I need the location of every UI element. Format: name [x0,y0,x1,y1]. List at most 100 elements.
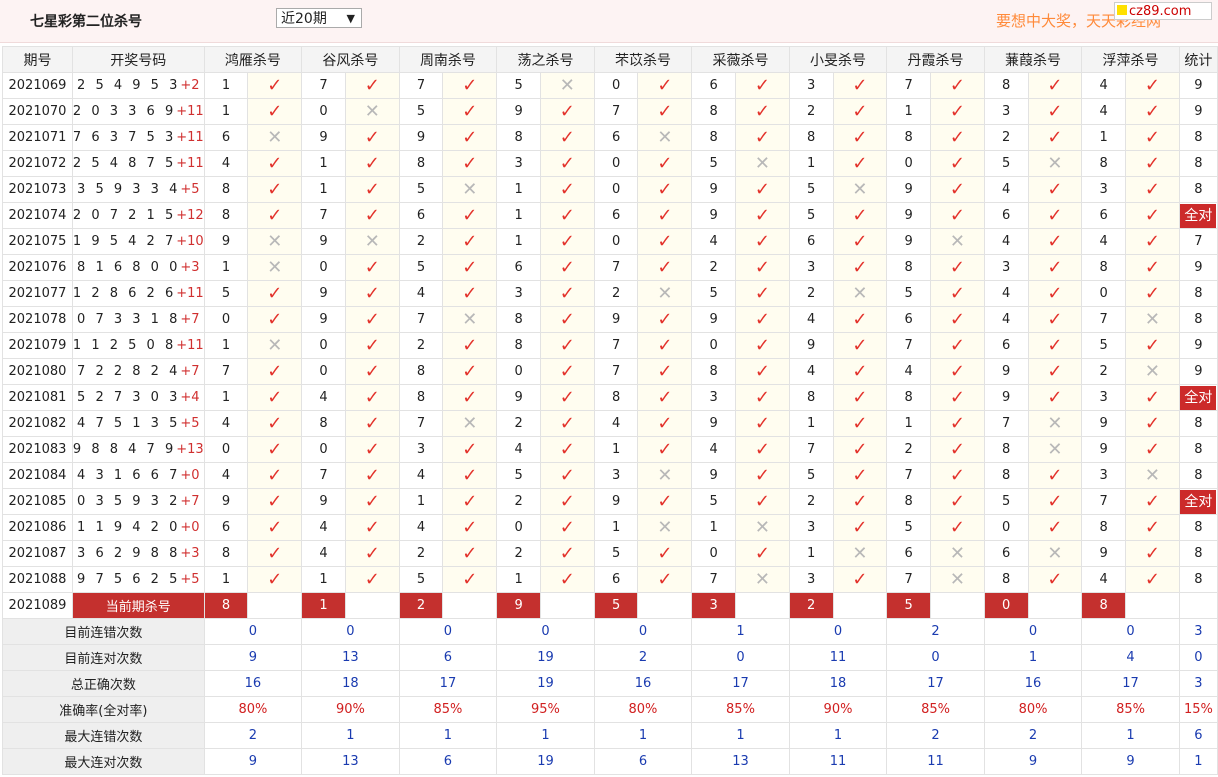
draw-cell: 4 7 5 1 3 5+5 [71,410,205,437]
table-row: 2021080 7 2 2 8 2 4+7 7 ✓ 0 ✓ 8 ✓ 0 ✓ 7 ✓ 8 ✓ 4 ✓ 4 ✓ 9 ✓ 2 ✕… [2,358,1218,385]
kill-number-cell: 9 [301,228,346,255]
logo-square-icon [1117,5,1127,15]
summary-value: 17 [398,670,498,697]
check-icon: ✓ [462,230,478,252]
check-icon: ✓ [949,100,965,122]
kill-number-cell: 9 [593,488,639,515]
result-cell: ✓ [637,384,693,411]
check-icon: ✓ [559,438,575,460]
stat-cell: 9 [1178,254,1218,281]
check-icon: ✓ [657,438,673,460]
kill-number-cell: 6 [398,202,444,229]
result-cell: ✓ [344,150,400,177]
result-cell: ✓ [1125,150,1180,177]
cross-icon: ✕ [852,282,868,304]
check-icon: ✓ [754,334,770,356]
kill-number-cell: 9 [301,306,346,333]
table-row: 2021070 2 0 3 3 6 9+11 1 ✓ 0 ✕ 5 ✓ 9 ✓ 7 ✓ 8 ✓ 2 ✓ 1 ✓ 3 ✓ 4… [2,98,1218,125]
col-header-expert: 浮萍杀号 [1081,46,1180,73]
check-icon: ✓ [364,490,380,512]
result-cell: ✓ [442,436,498,463]
summary-value: 0 [496,618,595,645]
draw-numbers: 2 5 4 9 5 3 [77,78,181,93]
check-icon: ✓ [462,516,478,538]
summary-value: 1 [1081,722,1180,749]
result-cell: ✓ [930,254,985,281]
kill-number-cell: 7 [886,566,932,593]
kill-number-cell: 0 [1081,280,1127,307]
check-icon: ✓ [364,516,380,538]
kill-number-cell: 1 [496,566,541,593]
draw-cell: 3 5 9 3 3 4+5 [71,176,205,203]
result-cell: ✓ [247,514,303,541]
check-icon: ✓ [364,74,380,96]
kill-number-cell: 5 [788,462,834,489]
summary-value: 0 [1081,618,1180,645]
check-icon: ✓ [559,334,575,356]
result-cell: ✕ [442,306,498,333]
issue-cell: 2021071 [2,124,73,151]
kill-number-cell: 8 [691,358,736,385]
kill-number-cell: 8 [301,410,346,437]
summary-value: 19 [496,748,595,775]
result-cell: ✕ [930,228,985,255]
kill-number-cell: 5 [203,280,249,307]
result-cell: ✓ [1125,98,1180,125]
result-cell: ✓ [1125,384,1180,411]
result-cell: ✕ [344,228,400,255]
summary-label: 最大连错次数 [2,722,205,749]
table-header-row: 期号 开奖号码 鸿雁杀号 谷风杀号 周南杀号 荡之杀号 芣苡杀号 采薇杀号 小旻… [2,46,1218,73]
check-icon: ✓ [852,256,868,278]
check-icon: ✓ [267,74,283,96]
period-select-value: 近20期 [281,11,327,27]
kill-number-cell: 8 [788,124,834,151]
kill-number-cell: 8 [886,384,932,411]
kill-number-cell: 8 [1081,254,1127,281]
kill-number-cell: 6 [788,228,834,255]
kill-number-cell: 1 [203,384,249,411]
check-icon: ✓ [754,256,770,278]
result-cell: ✓ [930,514,985,541]
col-header-draw: 开奖号码 [71,46,205,73]
cross-icon: ✕ [657,126,673,148]
check-icon: ✓ [754,386,770,408]
kill-number-cell: 8 [496,306,541,333]
stat-cell: 8 [1178,410,1218,437]
result-cell: ✕ [247,332,303,359]
cross-icon: ✕ [267,126,283,148]
kill-number-cell: 9 [496,98,541,125]
site-logo[interactable]: cz89.com [1114,2,1212,20]
result-cell: ✓ [930,98,985,125]
cross-icon: ✕ [852,542,868,564]
kill-number-cell: 3 [788,514,834,541]
summary-value: 1 [301,722,400,749]
kill-number-cell: 0 [301,436,346,463]
result-cell: ✓ [1027,462,1083,489]
result-cell: ✓ [1125,72,1180,99]
result-cell: ✓ [247,176,303,203]
result-cell: ✓ [539,124,595,151]
kill-number-cell: 7 [593,358,639,385]
result-cell: ✓ [1027,514,1083,541]
stat-cell: 8 [1178,176,1218,203]
result-cell: ✓ [735,228,790,255]
result-cell: ✓ [344,436,400,463]
check-icon: ✓ [657,568,673,590]
result-cell: ✓ [1027,566,1083,593]
kill-number-cell: 4 [983,228,1029,255]
cross-icon: ✕ [754,152,770,174]
period-select[interactable]: 近20期 ▼ [276,8,362,28]
check-icon: ✓ [267,386,283,408]
kill-number-cell: 4 [301,384,346,411]
current-empty-cell [442,592,498,619]
issue-cell: 2021069 [2,72,73,99]
kill-number-cell: 4 [1081,228,1127,255]
kill-number-cell: 5 [1081,332,1127,359]
result-cell: ✓ [344,306,400,333]
check-icon: ✓ [364,282,380,304]
issue-cell: 2021077 [2,280,73,307]
kill-number-cell: 5 [691,280,736,307]
result-cell: ✓ [1125,202,1180,229]
result-cell: ✓ [930,306,985,333]
summary-value: 18 [788,670,888,697]
